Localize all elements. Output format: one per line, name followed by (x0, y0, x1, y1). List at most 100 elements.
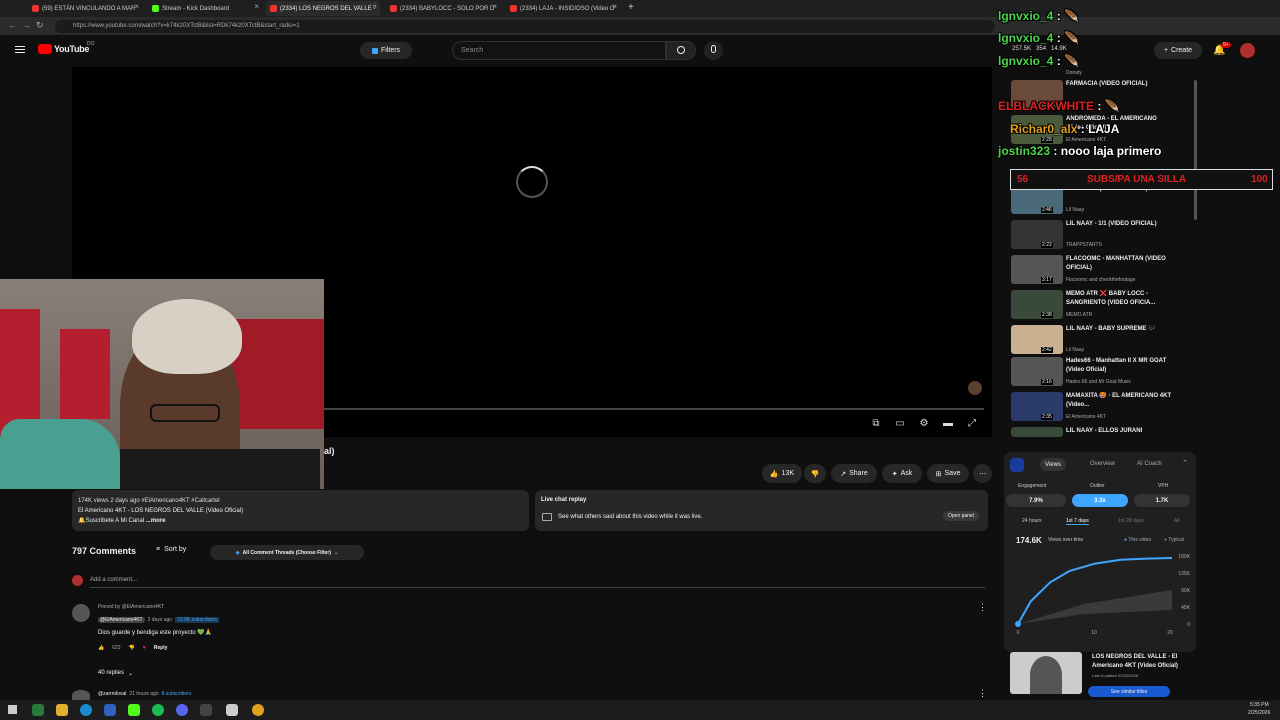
browser-tab[interactable]: (59) ESTÁN VINCULANDO A MAR × (28, 1, 142, 16)
collapse-icon[interactable]: ⌃ (1182, 459, 1188, 467)
video-channel[interactable]: Hades 66 and Mr Goat Music (1066, 379, 1131, 385)
comment-menu-icon[interactable]: ⋮ (978, 688, 987, 699)
forward-icon[interactable]: → (22, 20, 31, 30)
taskbar-app-icon[interactable] (104, 704, 116, 716)
more-actions-button[interactable]: ⋯ (973, 464, 992, 483)
url-field[interactable]: https://www.youtube.com/watch?v=k74k20XT… (55, 20, 995, 33)
description-box[interactable]: 174K views 2 days ago #ElAmericano4KT #C… (72, 490, 529, 531)
see-similar-button[interactable]: See similar titles (1088, 686, 1170, 697)
share-button[interactable]: ↗ Share (831, 464, 877, 483)
close-tab-icon[interactable]: × (612, 2, 617, 11)
fullscreen-icon[interactable]: ⤢ (966, 418, 978, 430)
video-title[interactable]: LIL NAAY - 1/1 (VIDEO OFICIAL) (1066, 220, 1176, 229)
open-panel-button[interactable]: Open panel (943, 511, 979, 521)
discord-icon[interactable] (176, 704, 188, 716)
tab-ai-coach[interactable]: AI Coach (1137, 461, 1162, 467)
video-channel[interactable]: TRAPPSTARTS (1066, 242, 1102, 248)
captions-icon[interactable]: ▭ (894, 418, 906, 430)
menu-icon[interactable] (15, 46, 25, 47)
browser-tab[interactable]: (2334) LAJA - INSIDIOSO (Video O × (506, 1, 620, 16)
video-title[interactable]: LIL NAAY - BABY SUPREME 🎶 (1066, 325, 1176, 334)
video-title[interactable]: Hades66 - Manhattan II X MR GOAT (Video … (1066, 357, 1176, 375)
theater-mode-icon[interactable]: ▬ (942, 418, 954, 430)
search-button[interactable] (666, 41, 696, 60)
video-thumbnail[interactable] (1011, 255, 1063, 284)
settings-gear-icon[interactable]: ⚙ (918, 418, 930, 430)
range-7d[interactable]: 1st 7 days (1066, 518, 1089, 525)
recommended-video[interactable]: 2:35 MAMAXITA 🥵 - EL AMERICANO 4KT (Video… (1011, 392, 1201, 424)
youtube-logo-text[interactable]: YouTube (54, 44, 89, 54)
video-thumbnail[interactable] (1011, 325, 1063, 354)
video-title[interactable]: FLACOOMC - MANHATTAN (VIDEO OFICIAL) (1066, 255, 1176, 273)
recommended-video[interactable]: 2:16 Hades66 - Manhattan II X MR GOAT (Vi… (1011, 357, 1201, 389)
range-28d[interactable]: 1st 28 days (1118, 518, 1144, 524)
ask-button[interactable]: ✦ Ask (882, 464, 922, 483)
range-all[interactable]: All (1174, 518, 1180, 524)
video-title[interactable]: MEMO ATR ❌ BABY LOCC - SANGRIENTO (VIDEO… (1066, 290, 1176, 308)
video-channel[interactable]: El Americano 4KT (1066, 414, 1106, 420)
recommended-video[interactable]: 2:42 LIL NAAY - BABY SUPREME 🎶 Lil Naay (1011, 325, 1201, 357)
video-channel[interactable]: Lil Naay (1066, 207, 1084, 213)
obs-icon[interactable] (200, 704, 212, 716)
video-title[interactable]: LIL NAAY - ELLOS JURANI (1066, 427, 1176, 436)
spotify-icon[interactable] (152, 704, 164, 716)
comment-filter-dropdown[interactable]: ◈ All Comment Threads (Choose Filter) ⌄ (210, 545, 364, 560)
views-dropdown[interactable]: Views over time (1048, 537, 1083, 543)
video-thumbnail[interactable] (1011, 392, 1063, 421)
video-channel[interactable]: MEMO ATR (1066, 312, 1092, 318)
start-menu-icon[interactable] (8, 705, 17, 714)
close-tab-icon[interactable]: × (254, 2, 259, 11)
add-comment-input[interactable]: Add a comment... (90, 577, 137, 583)
video-channel[interactable]: Donaty (1066, 70, 1082, 76)
dislike-button[interactable]: 👎 (804, 464, 826, 483)
taskbar-app-icon[interactable] (226, 704, 238, 716)
chrome-icon[interactable] (252, 704, 264, 716)
range-24h[interactable]: 24 hours (1022, 518, 1041, 524)
video-channel[interactable]: El Americano 4KT (1066, 137, 1106, 143)
video-channel[interactable]: Flacoomc and checkthefootage (1066, 277, 1136, 283)
channel-watermark-icon[interactable] (968, 381, 982, 395)
video-thumbnail[interactable] (1011, 357, 1063, 386)
back-icon[interactable]: ← (8, 20, 17, 30)
recommended-video[interactable]: 3:17 FLACOOMC - MANHATTAN (VIDEO OFICIAL)… (1011, 255, 1201, 287)
comment-menu-icon[interactable]: ⋮ (978, 602, 987, 613)
like-button[interactable]: 👍 13K (762, 464, 802, 483)
edge-icon[interactable] (80, 704, 92, 716)
browser-tab[interactable]: (2334) LOS NEGROS DEL VALLE - × (266, 1, 380, 16)
avatar[interactable] (1240, 43, 1255, 58)
show-more-link[interactable]: ...more (146, 518, 166, 524)
recommended-video[interactable]: 2:38 MEMO ATR ❌ BABY LOCC - SANGRIENTO (V… (1011, 290, 1201, 322)
reply-button[interactable]: Reply (154, 645, 168, 651)
video-title[interactable]: FARMACIA (VIDEO OFICIAL) (1066, 80, 1176, 89)
sort-button[interactable]: ≡ Sort by (156, 546, 186, 553)
reload-icon[interactable]: ↻ (36, 20, 44, 31)
tab-overview[interactable]: Overview (1090, 461, 1115, 467)
close-tab-icon[interactable]: × (492, 2, 497, 11)
new-tab-icon[interactable]: + (628, 2, 634, 13)
file-explorer-icon[interactable] (56, 704, 68, 716)
close-tab-icon[interactable]: × (372, 2, 377, 11)
create-button[interactable]: + Create (1154, 42, 1202, 59)
youtube-logo-icon[interactable] (38, 44, 52, 54)
video-channel[interactable]: Lil Naay (1066, 347, 1084, 353)
kick-icon[interactable] (128, 704, 140, 716)
thumbs-down-icon[interactable]: 👎 (129, 645, 135, 651)
browser-tab[interactable]: Stream - Kick Dashboard × (148, 1, 262, 16)
video-thumbnail[interactable] (1011, 290, 1063, 319)
video-thumbnail[interactable] (1011, 427, 1063, 437)
comment-author[interactable]: @ElAmericano4KT (98, 617, 145, 623)
similar-video-thumbnail[interactable] (1010, 652, 1082, 694)
save-button[interactable]: ⊞ Save (927, 464, 969, 483)
tab-views[interactable]: Views (1040, 458, 1066, 471)
search-input[interactable]: Search (452, 41, 666, 60)
close-tab-icon[interactable]: × (134, 2, 139, 11)
browser-tab[interactable]: (2334) BABYLOCC - SOLO POR D × (386, 1, 500, 16)
video-title[interactable]: MAMAXITA 🥵 - EL AMERICANO 4KT (Video... (1066, 392, 1176, 410)
voice-search-button[interactable] (704, 41, 723, 60)
similar-video-title[interactable]: LOS NEGROS DEL VALLE - El Americano 4KT … (1092, 653, 1196, 671)
comment-author[interactable]: @zarrndoval (98, 691, 126, 697)
filters-button[interactable]: Filters (360, 42, 412, 59)
recommended-video[interactable]: 2:22 LIL NAAY - 1/1 (VIDEO OFICIAL) TRAPPS… (1011, 220, 1201, 252)
miniplayer-icon[interactable]: ⧉ (870, 418, 882, 430)
video-thumbnail[interactable] (1011, 220, 1063, 249)
